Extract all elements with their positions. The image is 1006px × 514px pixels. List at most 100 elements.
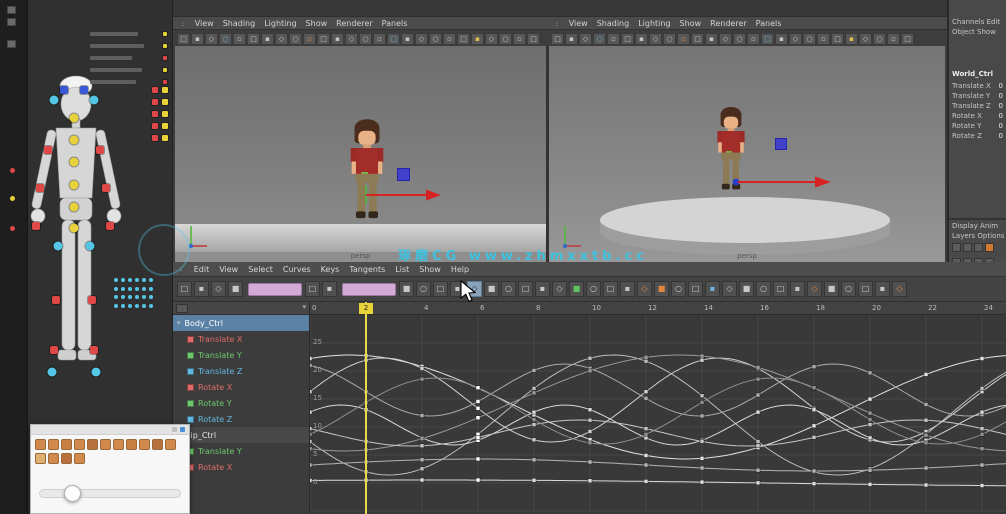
ge-toolbar-icon[interactable]: ▪: [535, 281, 550, 297]
picker-select-button[interactable]: [90, 346, 98, 354]
resolution-gate-icon[interactable]: ▫: [747, 33, 760, 45]
shelf-pose-icon[interactable]: [126, 439, 137, 450]
picker-select-button[interactable]: [70, 181, 79, 190]
picker-side-button[interactable]: [151, 122, 159, 130]
picker-finger-dot[interactable]: [114, 287, 118, 291]
picker-side-button[interactable]: [161, 86, 169, 94]
animation-curves-canvas[interactable]: [310, 315, 1006, 514]
picker-side-button[interactable]: [151, 86, 159, 94]
picker-side-button[interactable]: [151, 110, 159, 118]
ge-toolbar-icon[interactable]: ■: [228, 281, 243, 297]
lasso-tool-icon[interactable]: ▪: [191, 33, 204, 45]
selection-cube-manipulator[interactable]: [397, 168, 410, 181]
picker-side-button[interactable]: [161, 134, 169, 142]
snap-grid-icon[interactable]: □: [621, 33, 634, 45]
picker-finger-dot[interactable]: [128, 278, 132, 282]
picker-option-row[interactable]: [90, 30, 168, 38]
camera-icon[interactable]: ◇: [719, 33, 732, 45]
selection-cube-manipulator[interactable]: [775, 138, 787, 150]
ge-toolbar-icon[interactable]: ■: [399, 281, 414, 297]
picker-select-button[interactable]: [32, 222, 40, 230]
scale-tool-icon[interactable]: ▫: [607, 33, 620, 45]
gate-mask-icon[interactable]: □: [387, 33, 400, 45]
shelf-pose-icon[interactable]: [87, 439, 98, 450]
graph-menu-select[interactable]: Select: [248, 265, 273, 274]
snapshot-icon[interactable]: [7, 18, 16, 26]
snap-plane-icon[interactable]: ○: [663, 33, 676, 45]
select-tool-icon[interactable]: □: [177, 33, 190, 45]
ipr-render-icon[interactable]: ▪: [331, 33, 344, 45]
viewport-menu-lighting[interactable]: Lighting: [264, 19, 296, 28]
wireframe-icon[interactable]: ▫: [817, 33, 830, 45]
channel-row[interactable]: ▾Hip_Ctrl: [173, 427, 309, 443]
attribute-value-field[interactable]: 0: [999, 122, 1003, 130]
picker-finger-dot[interactable]: [135, 295, 139, 299]
viewport-menu-panels[interactable]: Panels: [756, 19, 782, 28]
shelf-pose-icon[interactable]: [74, 453, 85, 464]
viewport-menu-lighting[interactable]: Lighting: [638, 19, 670, 28]
layer-editor-tabs[interactable]: Display Anim: [949, 220, 1006, 230]
shelf-pose-icon[interactable]: [100, 439, 111, 450]
viewport-menu-panels[interactable]: Panels: [382, 19, 408, 28]
viewport-menu-shading[interactable]: Shading: [223, 19, 256, 28]
ge-toolbar-icon[interactable]: □: [773, 281, 788, 297]
ge-toolbar-icon[interactable]: ○: [501, 281, 516, 297]
graph-menu-view[interactable]: View: [219, 265, 238, 274]
construction-history-icon[interactable]: ▫: [677, 33, 690, 45]
snap-point-icon[interactable]: ◇: [275, 33, 288, 45]
ge-toolbar-icon[interactable]: ▪: [620, 281, 635, 297]
ge-toolbar-icon[interactable]: ○: [671, 281, 686, 297]
ge-toolbar-icon[interactable]: ◇: [722, 281, 737, 297]
new-layer-button-icon[interactable]: [985, 243, 994, 252]
translate-manipulator[interactable]: [363, 182, 443, 208]
picker-finger-dot[interactable]: [149, 295, 153, 299]
camera-icon[interactable]: ◇: [345, 33, 358, 45]
picker-select-button[interactable]: [60, 86, 68, 94]
panel-drag-handle[interactable]: ::: [181, 20, 184, 28]
film-gate-icon[interactable]: ○: [359, 33, 372, 45]
channel-attribute-row[interactable]: Translate Y0: [949, 90, 1006, 100]
picker-side-button[interactable]: [161, 122, 169, 130]
grid-toggle-icon[interactable]: ▫: [513, 33, 526, 45]
ge-toolbar-icon[interactable]: ▪: [875, 281, 890, 297]
picker-select-button[interactable]: [70, 224, 79, 233]
textured-icon[interactable]: ▪: [845, 33, 858, 45]
shelf-pose-icon[interactable]: [35, 439, 46, 450]
channel-row[interactable]: Translate Z: [173, 363, 309, 379]
graph-menu-list[interactable]: List: [395, 265, 409, 274]
expand-arrow-icon[interactable]: ▾: [177, 319, 181, 327]
gate-mask-icon[interactable]: □: [761, 33, 774, 45]
film-gate-icon[interactable]: ○: [733, 33, 746, 45]
channel-row[interactable]: ▾Body_Ctrl: [173, 315, 309, 331]
ge-toolbar-icon[interactable]: ◇: [552, 281, 567, 297]
viewport-canvas-right[interactable]: persp: [549, 46, 945, 262]
snap-curve-icon[interactable]: ▪: [635, 33, 648, 45]
ge-toolbar-icon[interactable]: ■: [824, 281, 839, 297]
safe-title-icon[interactable]: ○: [429, 33, 442, 45]
option-toggle-dot[interactable]: [162, 31, 168, 37]
ge-toolbar-icon[interactable]: ■: [569, 281, 584, 297]
picker-select-button[interactable]: [70, 203, 79, 212]
window-button-icon[interactable]: [180, 427, 185, 432]
shelf-pose-icon[interactable]: [165, 439, 176, 450]
picker-option-row[interactable]: [90, 42, 168, 50]
picker-slider-track[interactable]: [39, 489, 181, 498]
picker-finger-dot[interactable]: [142, 278, 146, 282]
ge-toolbar-icon[interactable]: ○: [756, 281, 771, 297]
picker-finger-dot[interactable]: [128, 295, 132, 299]
textured-icon[interactable]: ▪: [471, 33, 484, 45]
ge-toolbar-icon[interactable]: □: [603, 281, 618, 297]
picker-finger-dot[interactable]: [128, 304, 132, 308]
ge-toolbar-icon[interactable]: ◇: [211, 281, 226, 297]
channel-attribute-row[interactable]: Rotate Z0: [949, 130, 1006, 140]
ge-toolbar-pill-button[interactable]: [342, 283, 396, 296]
grid-toggle-icon[interactable]: ▫: [887, 33, 900, 45]
picker-side-button[interactable]: [151, 134, 159, 142]
shadows-icon[interactable]: ○: [499, 33, 512, 45]
picker-finger-dot[interactable]: [142, 287, 146, 291]
move-tool-icon[interactable]: ◇: [205, 33, 218, 45]
channel-row[interactable]: Rotate X: [173, 459, 309, 475]
picker-finger-dot[interactable]: [114, 295, 118, 299]
window-button-icon[interactable]: [172, 427, 177, 432]
channel-box-menu[interactable]: Object Show: [949, 26, 1006, 36]
